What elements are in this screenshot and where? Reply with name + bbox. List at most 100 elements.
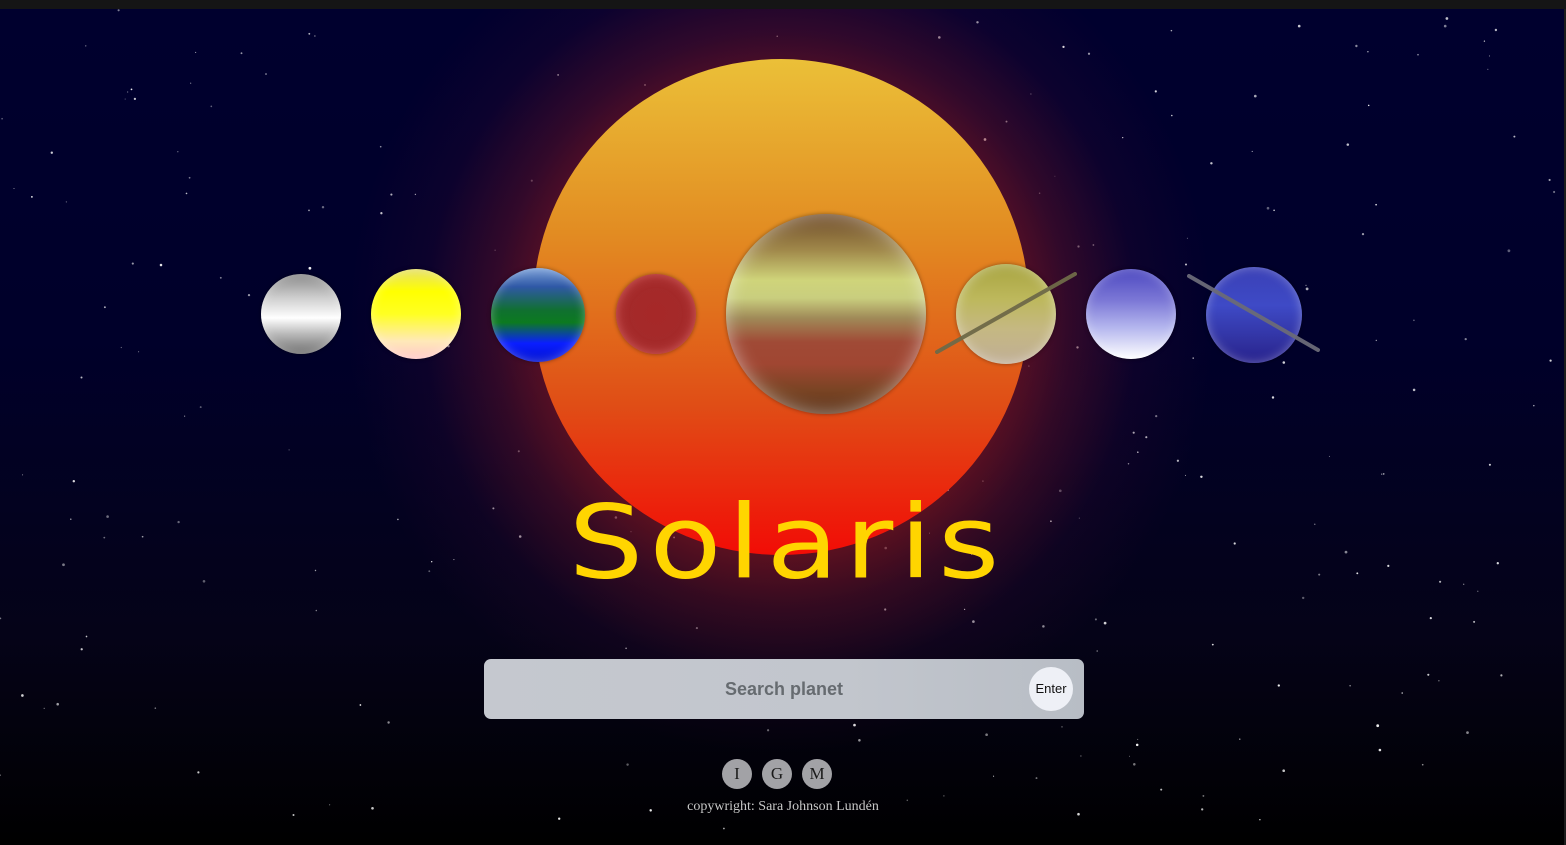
star xyxy=(1500,674,1503,677)
star xyxy=(1412,388,1416,392)
star xyxy=(0,617,2,620)
star xyxy=(1061,726,1063,728)
star xyxy=(184,415,186,417)
star xyxy=(1133,763,1136,766)
star xyxy=(85,45,87,47)
star xyxy=(993,775,995,777)
star xyxy=(197,771,200,774)
star xyxy=(1305,287,1309,291)
star xyxy=(1137,738,1139,740)
star xyxy=(117,9,120,12)
star xyxy=(13,187,15,190)
star xyxy=(626,763,629,766)
star xyxy=(1135,743,1139,747)
star xyxy=(1488,463,1491,466)
star xyxy=(185,192,188,195)
solaris-page: Solaris Enter I G M copywright: Sara Joh… xyxy=(0,0,1566,845)
planet-uranus[interactable] xyxy=(1086,269,1176,359)
star xyxy=(1494,28,1498,32)
copyright-text: copywright: Sara Johnson Lundén xyxy=(687,799,879,814)
star xyxy=(1080,755,1082,757)
star xyxy=(1328,455,1330,457)
social-link-i[interactable]: I xyxy=(722,759,752,789)
star xyxy=(1282,361,1286,364)
star xyxy=(240,52,243,55)
star xyxy=(1211,643,1214,646)
search-bar: Enter xyxy=(484,659,1084,719)
star xyxy=(1,117,3,120)
star xyxy=(321,205,325,209)
star xyxy=(56,702,59,706)
planet-earth[interactable] xyxy=(491,268,585,362)
star xyxy=(85,635,88,638)
star xyxy=(1349,685,1351,687)
star xyxy=(133,97,137,101)
star xyxy=(65,201,68,203)
planet-saturn[interactable] xyxy=(956,264,1056,364)
star xyxy=(219,276,222,279)
star xyxy=(1096,650,1098,652)
star xyxy=(80,376,83,379)
star xyxy=(1305,284,1307,287)
star xyxy=(288,449,290,451)
star xyxy=(195,51,197,53)
star xyxy=(308,32,311,35)
star xyxy=(154,707,157,709)
star xyxy=(1378,748,1382,752)
star xyxy=(1035,777,1038,780)
star xyxy=(1128,755,1131,757)
star xyxy=(723,827,725,830)
star xyxy=(177,150,179,153)
star xyxy=(359,704,362,706)
star xyxy=(1443,24,1447,28)
site-title: Solaris xyxy=(0,472,1566,612)
star xyxy=(0,774,1,776)
star xyxy=(124,98,126,100)
star xyxy=(1271,396,1275,399)
star xyxy=(103,306,106,309)
planet-mercury[interactable] xyxy=(261,274,341,354)
star xyxy=(265,73,267,75)
planet-neptune[interactable] xyxy=(1206,267,1302,363)
star xyxy=(1277,684,1280,687)
star xyxy=(1367,104,1370,107)
star xyxy=(188,176,191,179)
star xyxy=(1549,359,1552,362)
planet-jupiter[interactable] xyxy=(726,214,926,414)
star xyxy=(247,293,251,297)
star xyxy=(1445,17,1449,20)
star xyxy=(558,817,561,820)
star xyxy=(21,694,24,697)
star xyxy=(1297,24,1301,28)
star xyxy=(30,195,33,198)
star xyxy=(1464,337,1467,341)
star xyxy=(1488,55,1491,57)
social-link-m[interactable]: M xyxy=(802,759,832,789)
star xyxy=(1282,769,1286,773)
star xyxy=(1355,44,1358,48)
star xyxy=(1239,738,1241,740)
star xyxy=(80,648,83,651)
star xyxy=(1273,209,1275,212)
planet-venus[interactable] xyxy=(371,269,461,359)
star xyxy=(1210,162,1213,165)
planet-mars[interactable] xyxy=(616,274,696,354)
star xyxy=(1487,68,1489,71)
star xyxy=(1170,29,1173,32)
star xyxy=(130,88,133,91)
star xyxy=(308,266,312,270)
star xyxy=(159,263,163,267)
enter-button[interactable]: Enter xyxy=(1029,667,1073,711)
star xyxy=(1483,40,1486,42)
social-link-g[interactable]: G xyxy=(762,759,792,789)
social-links: I G M xyxy=(722,759,842,789)
star xyxy=(1533,404,1535,407)
star xyxy=(943,795,945,797)
star xyxy=(1507,249,1511,253)
star xyxy=(314,35,316,37)
search-input[interactable] xyxy=(484,659,1084,719)
star xyxy=(1376,724,1380,728)
star xyxy=(138,351,140,353)
star xyxy=(210,105,213,108)
star xyxy=(1251,150,1253,152)
